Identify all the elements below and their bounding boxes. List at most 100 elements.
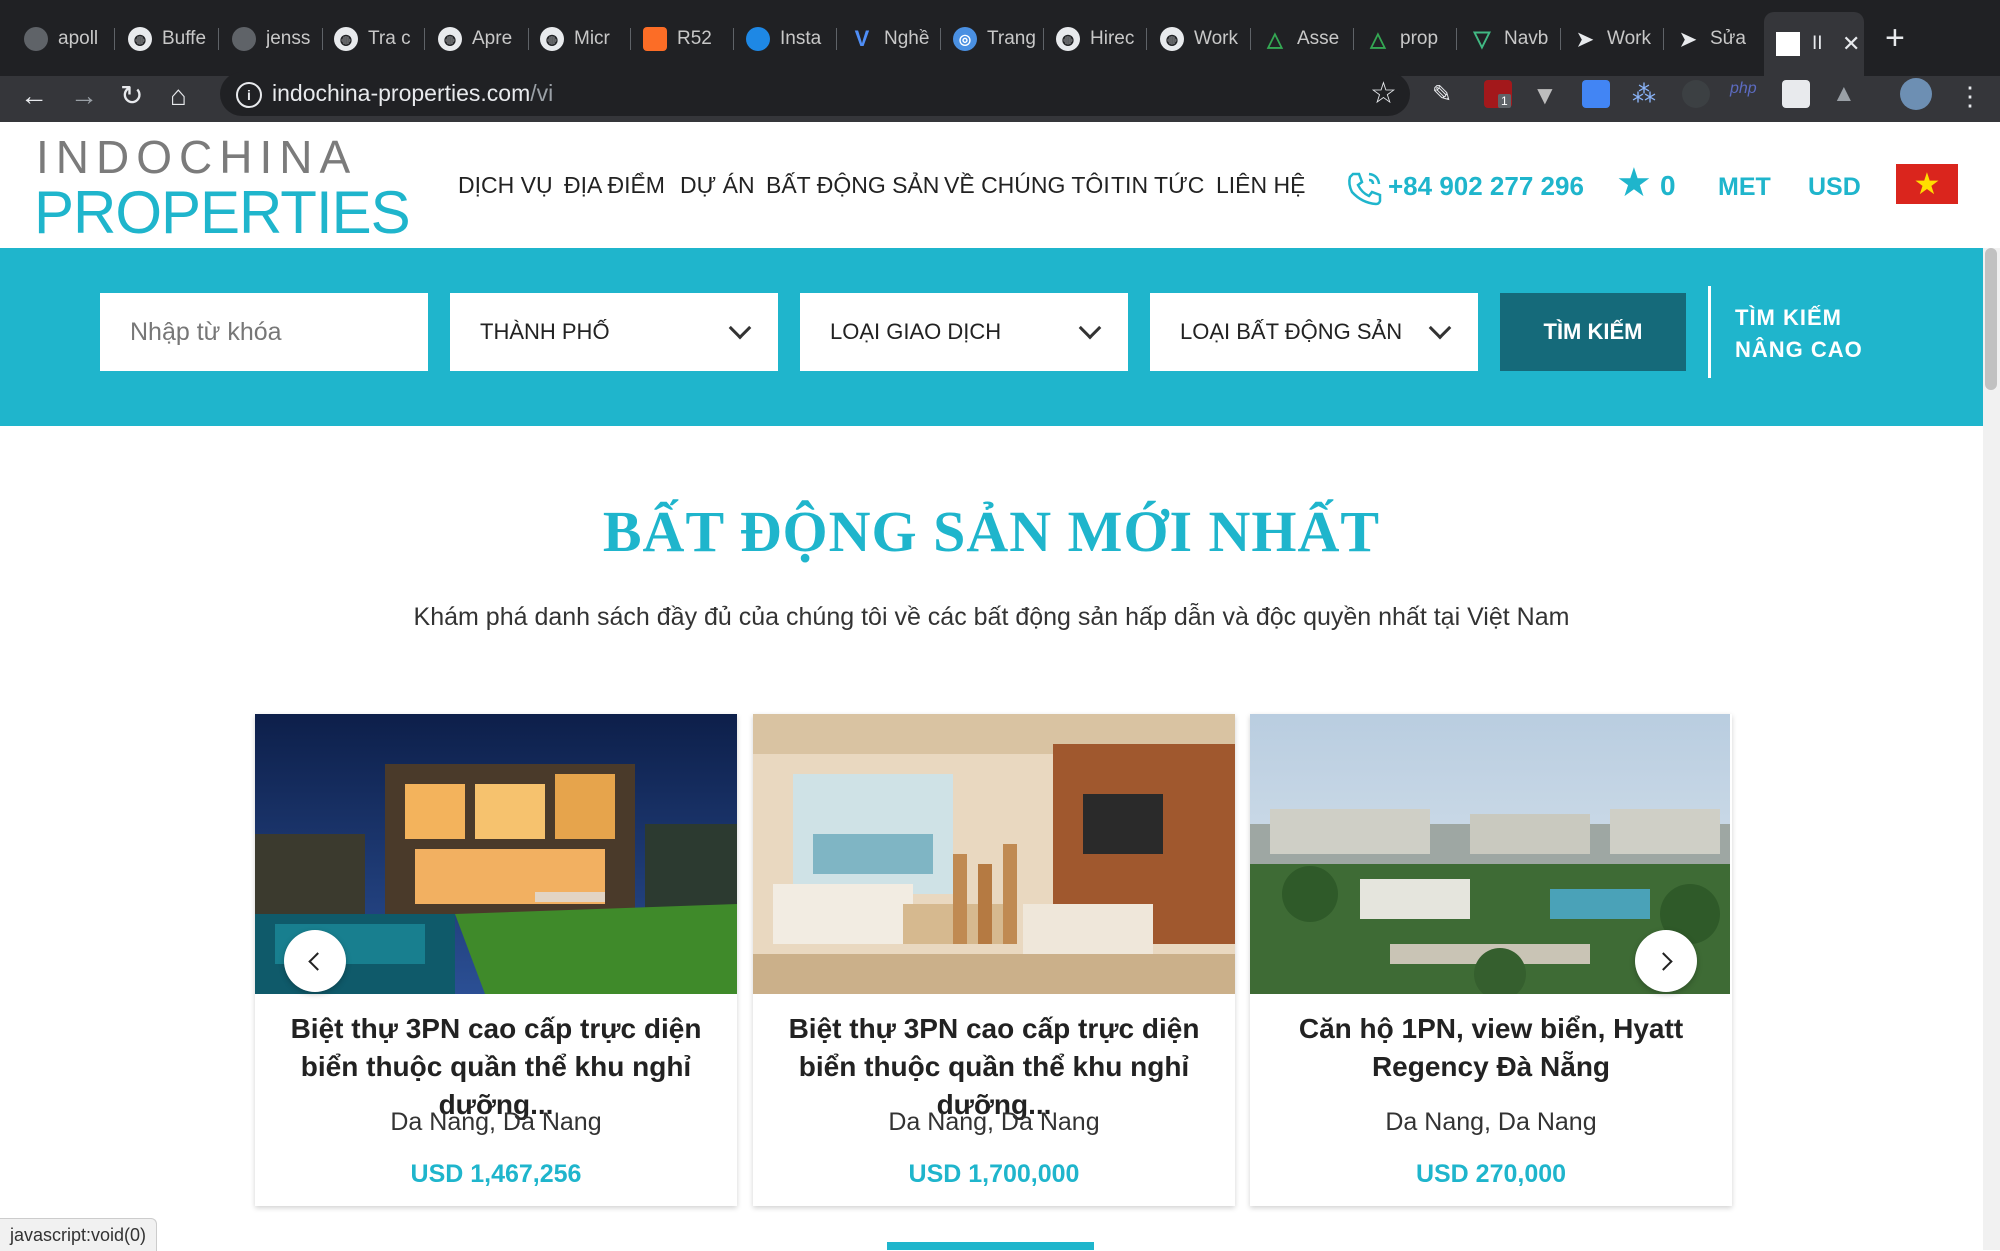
browser-menu-icon[interactable]: ⋮ bbox=[1957, 80, 1983, 112]
carousel-prev-button[interactable] bbox=[284, 930, 346, 992]
home-icon[interactable]: ⌂ bbox=[170, 80, 187, 112]
nav-tin-tuc[interactable]: TIN TỨC bbox=[1111, 172, 1204, 199]
property-title[interactable]: Biệt thự 3PN cao cấp trực diện biển thuộ… bbox=[763, 1010, 1225, 1124]
browser-tab[interactable]: ◍ Tra c bbox=[334, 18, 418, 60]
page-scrollbar[interactable] bbox=[1983, 248, 2000, 1250]
nav-ve-chung-toi[interactable]: VỀ CHÚNG TÔI bbox=[944, 172, 1110, 199]
scrollbar-thumb[interactable] bbox=[1985, 248, 1997, 390]
forward-icon[interactable]: → bbox=[70, 80, 98, 112]
vue-icon: ▽ bbox=[1473, 26, 1491, 51]
unit-toggle[interactable]: MET bbox=[1718, 173, 1771, 202]
globe-icon: ◍ bbox=[1056, 27, 1080, 51]
browser-tab[interactable]: Insta bbox=[746, 18, 830, 60]
arrow-icon: ➤ bbox=[1576, 28, 1594, 51]
transaction-type-select[interactable]: LOẠI GIAO DỊCH bbox=[800, 293, 1128, 371]
tab-separator bbox=[114, 28, 115, 50]
page-favicon-icon bbox=[1776, 32, 1800, 56]
phone-number[interactable]: +84 902 277 296 bbox=[1388, 171, 1584, 202]
screenshot-extension-icon[interactable] bbox=[1782, 80, 1810, 108]
carousel-next-button[interactable] bbox=[1635, 930, 1697, 992]
browser-tab[interactable]: ◍ Work bbox=[1160, 18, 1244, 60]
property-location: Da Nang, Da Nang bbox=[390, 1108, 602, 1136]
gitlab-icon bbox=[643, 27, 667, 51]
nav-dia-diem[interactable]: ĐỊA ĐIỂM bbox=[564, 172, 665, 199]
drive-extension-icon[interactable]: ▲ bbox=[1832, 80, 1860, 108]
browser-tab[interactable]: ◍ Buffe bbox=[128, 18, 212, 60]
browser-tab[interactable]: ◍ Hirec bbox=[1056, 18, 1140, 60]
vuetify-extension-icon[interactable]: ▼ bbox=[1532, 80, 1560, 110]
view-more-button[interactable] bbox=[887, 1242, 1094, 1250]
section-title: BẤT ĐỘNG SẢN MỚI NHẤT bbox=[602, 499, 1381, 564]
site-info-icon[interactable]: i bbox=[236, 82, 262, 108]
nav-bat-dong-san[interactable]: BẤT ĐỘNG SẢN bbox=[766, 172, 939, 199]
nav-lien-he[interactable]: LIÊN HỆ bbox=[1216, 172, 1305, 199]
city-select[interactable]: THÀNH PHỐ bbox=[450, 293, 778, 371]
network-extension-icon[interactable]: ⁂ bbox=[1632, 80, 1660, 108]
section-subtitle: Khám phá danh sách đầy đủ của chúng tôi … bbox=[413, 603, 1570, 631]
advanced-search-link[interactable]: TÌM KIẾM NÂNG CAO bbox=[1735, 302, 1863, 366]
compass-icon: ◎ bbox=[953, 27, 977, 51]
bookmark-star-icon[interactable]: ☆ bbox=[1370, 76, 1397, 111]
tab-separator bbox=[1043, 28, 1044, 50]
browser-tab[interactable]: ➤ Work bbox=[1573, 18, 1657, 60]
back-icon[interactable]: ← bbox=[20, 80, 48, 112]
currency-toggle[interactable]: USD bbox=[1808, 173, 1861, 202]
browser-tab[interactable]: ▽ Navb bbox=[1470, 18, 1554, 60]
active-browser-tab[interactable]: II ✕ bbox=[1764, 12, 1864, 76]
tab-separator bbox=[424, 28, 425, 50]
translate-extension-icon[interactable] bbox=[1582, 80, 1610, 108]
tab-separator bbox=[528, 28, 529, 50]
insta-icon bbox=[746, 27, 770, 51]
property-title[interactable]: Căn hộ 1PN, view biển, Hyatt Regency Đà … bbox=[1260, 1010, 1722, 1086]
v-icon: V bbox=[854, 26, 870, 51]
favorites-count[interactable]: 0 bbox=[1660, 170, 1676, 202]
tab-separator bbox=[1663, 28, 1664, 50]
github-icon bbox=[24, 27, 48, 51]
browser-tab[interactable]: ◎ Trang bbox=[953, 18, 1037, 60]
browser-tab[interactable]: ◍ Micr bbox=[540, 18, 624, 60]
browser-tab[interactable]: R52 bbox=[643, 18, 727, 60]
drive-icon: △ bbox=[1267, 28, 1283, 51]
divider bbox=[1708, 286, 1711, 378]
browser-tab[interactable]: ◍ Apre bbox=[438, 18, 522, 60]
tab-separator bbox=[836, 28, 837, 50]
browser-tab[interactable]: apoll bbox=[24, 18, 108, 60]
chevron-right-icon bbox=[1654, 951, 1673, 971]
browser-tab[interactable]: ➤ Sửa bbox=[1676, 18, 1760, 60]
nav-dich-vu[interactable]: DỊCH VỤ bbox=[458, 172, 553, 199]
browser-tab[interactable]: △ prop bbox=[1366, 18, 1450, 60]
logo-indochina[interactable]: INDOCHINA bbox=[36, 130, 357, 184]
globe-icon: ◍ bbox=[1160, 27, 1184, 51]
browser-tab[interactable]: △ Asse bbox=[1263, 18, 1347, 60]
url-text[interactable]: indochina-properties.com/vi bbox=[272, 80, 553, 107]
logo-properties[interactable]: PROPERTIES bbox=[34, 178, 411, 247]
vietnam-flag-icon[interactable]: ★ bbox=[1896, 164, 1958, 204]
react-extension-icon[interactable] bbox=[1682, 80, 1710, 108]
keyword-input[interactable] bbox=[100, 293, 428, 371]
tab-separator bbox=[218, 28, 219, 50]
reload-icon[interactable]: ↻ bbox=[120, 80, 143, 112]
property-title[interactable]: Biệt thự 3PN cao cấp trực diện biển thuộ… bbox=[265, 1010, 727, 1124]
tab-separator bbox=[940, 28, 941, 50]
close-tab-icon[interactable]: ✕ bbox=[1842, 31, 1860, 57]
globe-icon: ◍ bbox=[438, 27, 462, 51]
property-photo[interactable] bbox=[753, 714, 1235, 994]
nav-du-an[interactable]: DỰ ÁN bbox=[680, 172, 755, 199]
browser-tab[interactable]: V Nghề bbox=[850, 18, 934, 60]
browser-status-bar: javascript:void(0) bbox=[0, 1218, 158, 1251]
keyword-field[interactable] bbox=[100, 293, 428, 371]
ublock-extension-icon[interactable]: 1 bbox=[1484, 80, 1512, 108]
search-button[interactable]: TÌM KIẾM bbox=[1500, 293, 1686, 371]
chevron-left-icon bbox=[308, 951, 327, 971]
browser-tab[interactable]: jenss bbox=[232, 18, 316, 60]
profile-avatar[interactable] bbox=[1900, 78, 1932, 110]
tab-separator bbox=[733, 28, 734, 50]
favorites-star-icon[interactable]: ★ bbox=[1616, 160, 1652, 206]
tab-separator bbox=[1250, 28, 1251, 50]
tab-separator bbox=[630, 28, 631, 50]
php-extension-icon[interactable]: php bbox=[1730, 80, 1758, 108]
pen-extension-icon[interactable]: ✎ bbox=[1432, 80, 1460, 108]
property-card[interactable]: Biệt thự 3PN cao cấp trực diện biển thuộ… bbox=[753, 714, 1235, 1206]
new-tab-icon[interactable]: + bbox=[1885, 20, 1905, 56]
property-type-select[interactable]: LOẠI BẤT ĐỘNG SẢN bbox=[1150, 293, 1478, 371]
